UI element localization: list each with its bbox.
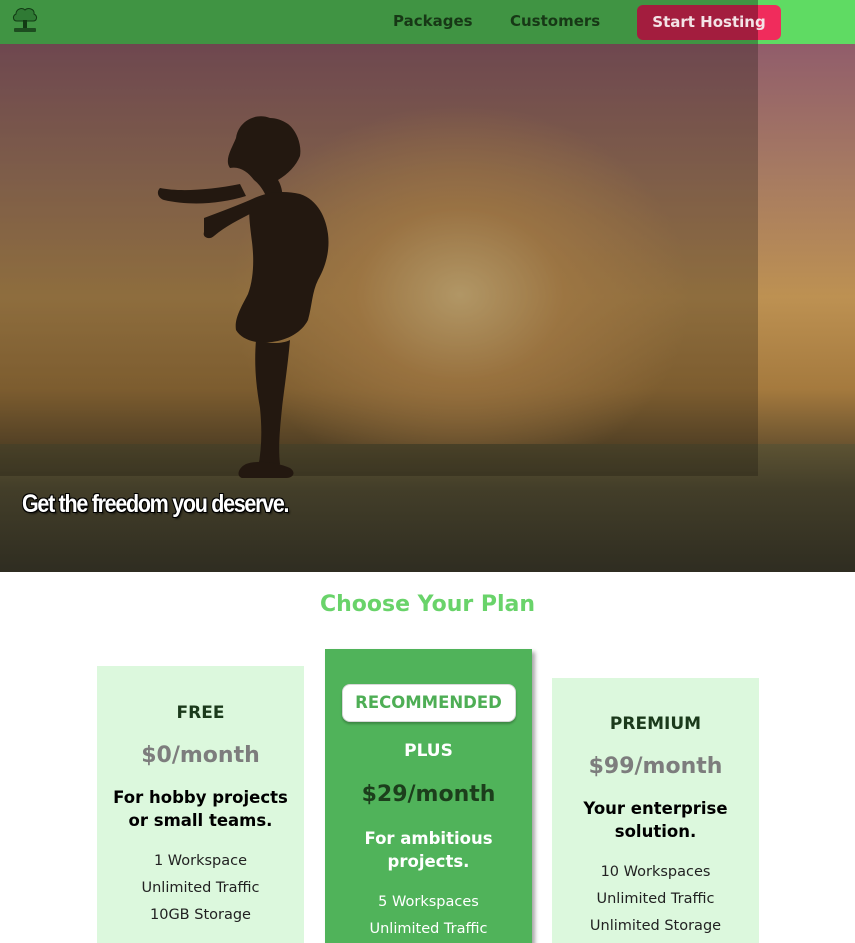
recommended-badge: RECOMMENDED xyxy=(341,684,516,722)
plan-card-plus[interactable]: RECOMMENDED PLUS $29/month For ambitious… xyxy=(325,649,532,943)
plan-price: $0/month xyxy=(141,743,260,768)
plan-feature-list: 10 Workspaces Unlimited Traffic Unlimite… xyxy=(552,859,759,940)
plan-feature: 10 Workspaces xyxy=(600,864,711,880)
plan-description: For hobby projects or small teams. xyxy=(113,788,288,830)
plan-feature: Unlimited Storage xyxy=(589,918,722,934)
plan-feature: Unlimited Traffic xyxy=(141,880,260,896)
hero-tagline: Get the freedom you deserve. xyxy=(22,490,289,518)
plan-description: For ambitious projects. xyxy=(364,829,493,871)
hero-backdrop-overlay xyxy=(0,0,758,476)
plan-feature: Unlimited Traffic xyxy=(596,891,715,907)
top-navbar: Packages Customers Start Hosting xyxy=(0,0,855,44)
woman-silhouette-image xyxy=(157,116,329,478)
plan-feature: Unlimited Traffic xyxy=(369,921,488,937)
plan-description: Your enterprise solution. xyxy=(583,799,728,841)
plan-feature: 10GB Storage xyxy=(150,907,251,923)
start-hosting-button[interactable]: Start Hosting xyxy=(637,5,781,40)
plan-card-premium[interactable]: PREMIUM $99/month Your enterprise soluti… xyxy=(552,678,759,943)
plan-feature: 5 Workspaces xyxy=(378,894,479,910)
plan-name: PREMIUM xyxy=(609,714,702,734)
plan-feature: 1 Workspace xyxy=(153,853,248,869)
plans-section-title: Choose Your Plan xyxy=(319,592,536,617)
plan-card-free[interactable]: FREE $0/month For hobby projects or smal… xyxy=(97,666,304,943)
plan-price: $29/month xyxy=(361,782,496,807)
plan-name: PLUS xyxy=(404,741,453,761)
plan-price: $99/month xyxy=(588,754,723,779)
nav-link-packages[interactable]: Packages xyxy=(393,12,473,34)
plan-feature-list: 5 Workspaces Unlimited Traffic xyxy=(325,889,532,943)
hero-section: Get the freedom you deserve. xyxy=(0,0,855,572)
nav-link-customers[interactable]: Customers xyxy=(510,12,600,34)
tree-cloud-logo-icon[interactable] xyxy=(10,6,40,34)
plan-name: FREE xyxy=(176,703,225,723)
plan-feature-list: 1 Workspace Unlimited Traffic 10GB Stora… xyxy=(97,848,304,929)
start-hosting-label: Start Hosting xyxy=(652,13,766,31)
